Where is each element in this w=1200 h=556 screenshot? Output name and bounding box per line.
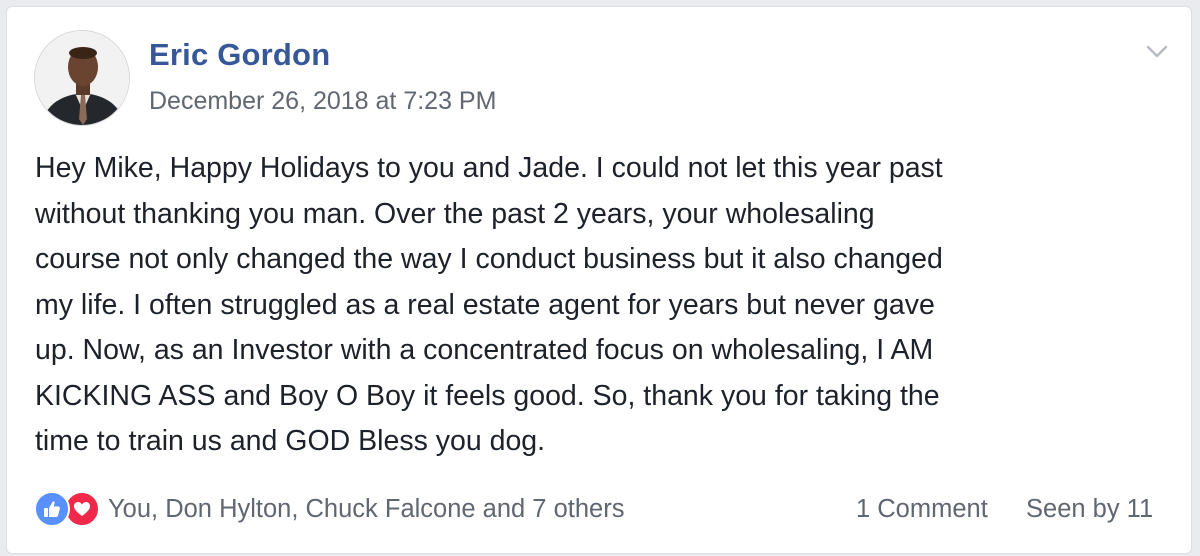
post-body-line: course not only changed the way I conduc… xyxy=(35,243,943,275)
post-body-line: Hey Mike, Happy Holidays to you and Jade… xyxy=(35,152,943,184)
seen-by-link[interactable]: Seen by 11 xyxy=(1026,495,1153,524)
post-body-line: KICKING ASS and Boy O Boy it feels good.… xyxy=(35,379,940,412)
reaction-names[interactable]: You, Don Hylton, Chuck Falcone and 7 oth… xyxy=(108,495,624,524)
post-timestamp[interactable]: December 26, 2018 at 7:23 PM xyxy=(149,87,496,116)
like-icon xyxy=(34,491,70,527)
post-options-button[interactable] xyxy=(1143,37,1171,65)
post-body: Hey Mike, Happy Holidays to you and Jade… xyxy=(35,146,1175,465)
post-body-line: without thanking you man. Over the past … xyxy=(35,197,875,230)
post-body-line: my life. I often struggled as a real est… xyxy=(35,288,935,321)
post-body-line: time to train us and GOD Bless you dog. xyxy=(35,425,546,457)
reactions-summary[interactable]: You, Don Hylton, Chuck Falcone and 7 oth… xyxy=(34,490,624,528)
post-card: Eric Gordon December 26, 2018 at 7:23 PM… xyxy=(6,6,1192,554)
chevron-down-icon xyxy=(1146,45,1168,58)
avatar-photo xyxy=(35,31,129,125)
author-name[interactable]: Eric Gordon xyxy=(149,37,330,73)
post-body-line: up. Now, as an Investor with a concentra… xyxy=(35,334,934,366)
avatar[interactable] xyxy=(34,30,130,126)
comments-count-link[interactable]: 1 Comment xyxy=(856,495,988,524)
